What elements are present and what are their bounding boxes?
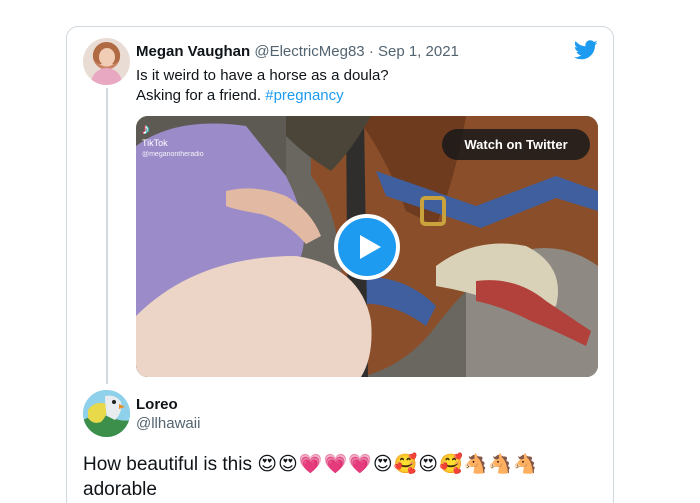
reply-handle[interactable]: @llhawaii xyxy=(136,415,200,433)
tweet-text-line1: Is it weird to have a horse as a doula? xyxy=(136,67,389,84)
tiktok-label: TikTok xyxy=(142,138,168,148)
watch-on-twitter-button[interactable]: Watch on Twitter xyxy=(442,129,590,160)
quoted-tweet-header: Megan Vaughan @ElectricMeg83 · Sep 1, 20… xyxy=(136,42,459,62)
play-icon xyxy=(360,235,381,259)
twitter-bird-icon[interactable] xyxy=(574,40,598,62)
reply-emoji-sequence: 😍😍💗💗💗😍🥰😍🥰🐴🐴🐴 xyxy=(257,453,538,475)
reply-text-line2: adorable xyxy=(83,479,157,500)
reply-tweet-text: How beautiful is this 😍😍💗💗💗😍🥰😍🥰🐴🐴🐴 adora… xyxy=(83,452,603,502)
tweet-text-prefix: Asking for a friend. xyxy=(136,87,262,104)
tiktok-watermark: ♪ TikTok @meganontheradio xyxy=(142,122,204,160)
pregnancy-hashtag-link[interactable]: #pregnancy xyxy=(265,87,343,104)
quoted-tweet-text: Is it weird to have a horse as a doula? … xyxy=(136,66,389,106)
loreo-avatar[interactable] xyxy=(83,390,130,437)
video-player[interactable]: ♪ TikTok @meganontheradio Watch on Twitt… xyxy=(136,116,598,377)
megan-avatar[interactable] xyxy=(83,38,130,85)
quoted-handle[interactable]: @ElectricMeg83 xyxy=(254,43,364,60)
tiktok-handle: @meganontheradio xyxy=(142,151,204,158)
quoted-display-name[interactable]: Megan Vaughan xyxy=(136,43,250,60)
reply-text-content: How beautiful is this xyxy=(83,454,252,475)
reply-display-name[interactable]: Loreo xyxy=(136,396,178,414)
tiktok-logo-icon: ♪ xyxy=(142,121,150,138)
thread-connector-line xyxy=(106,88,108,384)
parrot-avatar-image xyxy=(83,390,130,437)
header-separator: · xyxy=(368,43,374,60)
tweet-date[interactable]: Sep 1, 2021 xyxy=(378,43,459,60)
tweet-text-line2: Asking for a friend. #pregnancy xyxy=(136,86,389,106)
play-button[interactable] xyxy=(334,214,400,280)
reply-text-line1: How beautiful is this 😍😍💗💗💗😍🥰😍🥰🐴🐴🐴 xyxy=(83,452,603,477)
